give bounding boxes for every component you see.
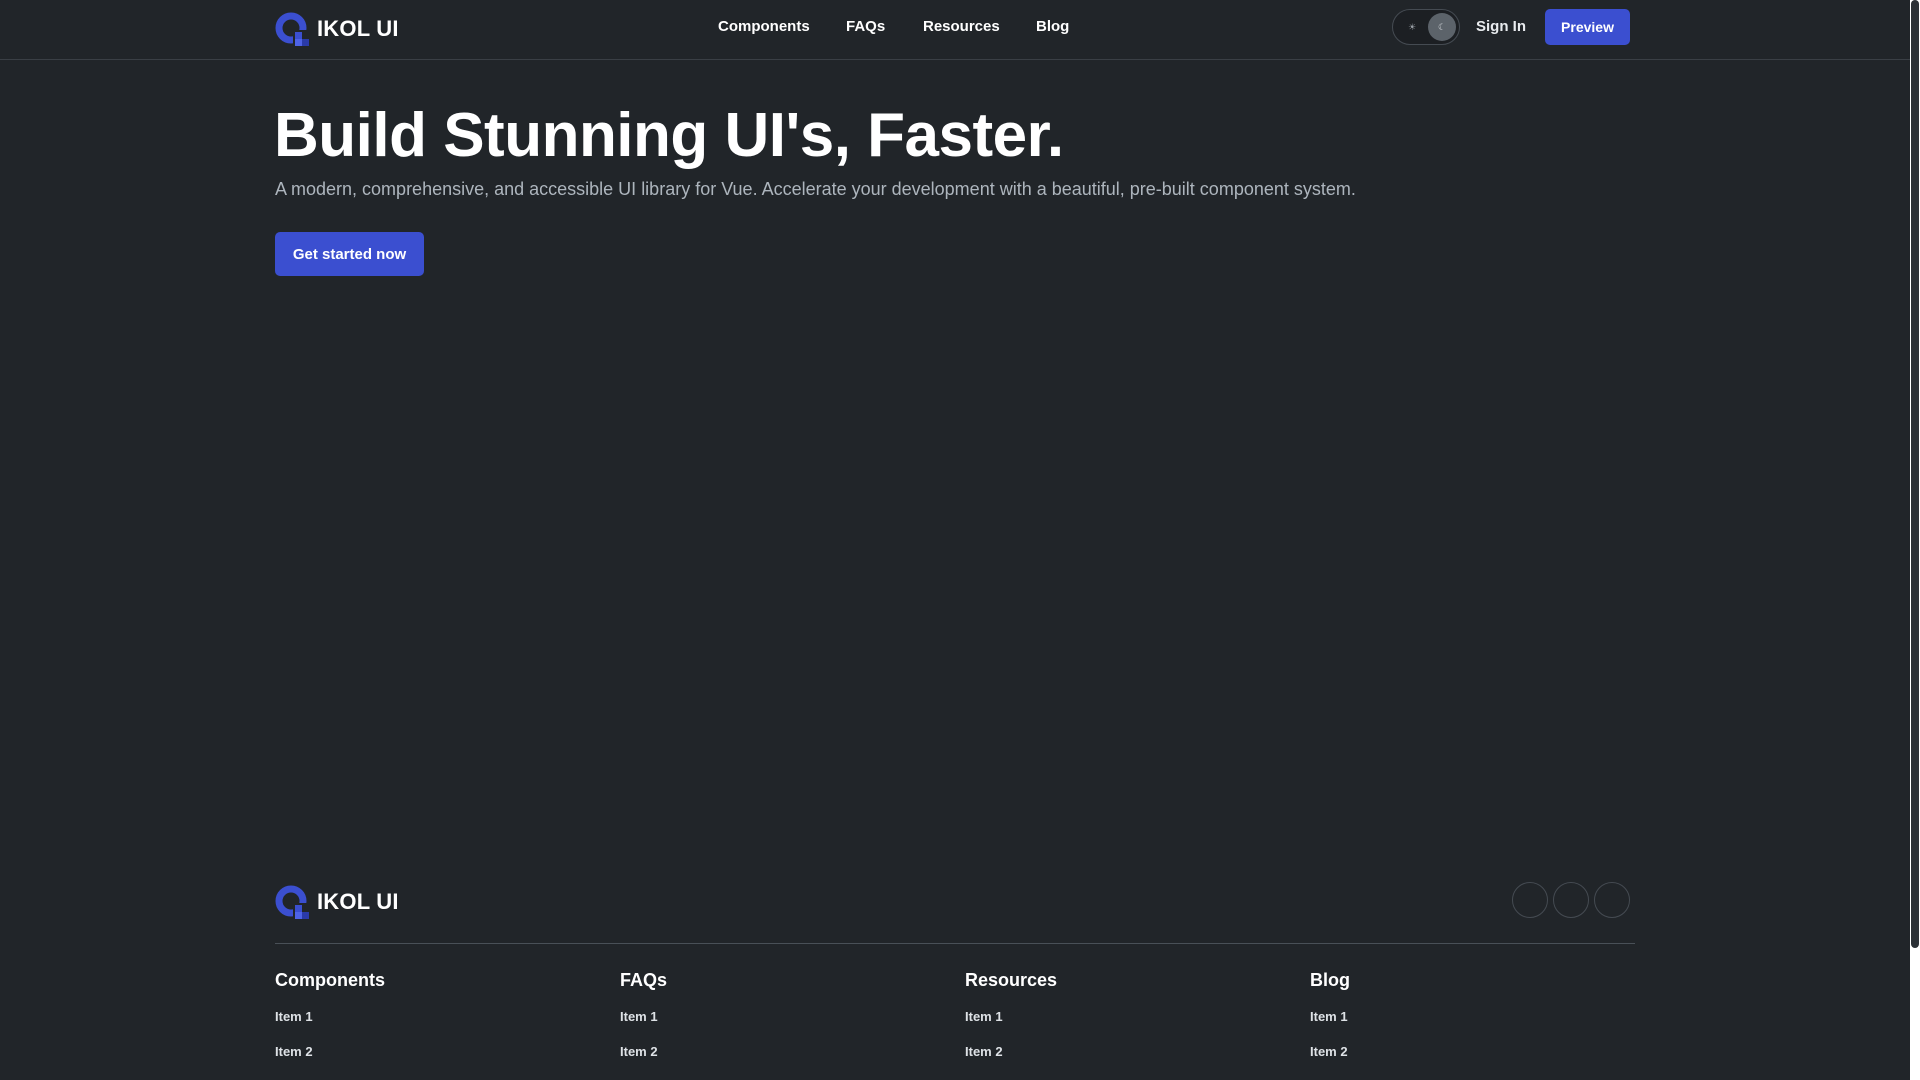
footer-link[interactable]: Item 2	[620, 1044, 920, 1059]
hero-title: Build Stunning UI's, Faster.	[274, 101, 1064, 170]
footer-column-faqs: FAQs Item 1 Item 2	[620, 970, 920, 1079]
footer-divider	[275, 943, 1635, 944]
footer-brand-name: IKOL UI	[317, 889, 399, 914]
footer-column-title: FAQs	[620, 970, 668, 990]
get-started-button[interactable]: Get started now	[275, 232, 424, 276]
footer-brand[interactable]: IKOL UI	[275, 885, 399, 919]
preview-button[interactable]: Preview	[1545, 9, 1630, 45]
sign-in-link[interactable]: Sign In	[1476, 18, 1526, 35]
nav-link-faqs[interactable]: FAQs	[846, 18, 885, 35]
sun-icon: ☀	[1407, 22, 1417, 32]
footer-link[interactable]: Item 1	[965, 1009, 1265, 1024]
footer-link[interactable]: Item 2	[275, 1044, 575, 1059]
footer-column-title: Resources	[965, 970, 1058, 990]
footer-column-title: Blog	[1310, 970, 1350, 990]
footer-column-resources: Resources Item 1 Item 2	[965, 970, 1265, 1079]
footer-link[interactable]: Item 1	[1310, 1009, 1610, 1024]
footer-link[interactable]: Item 1	[620, 1009, 920, 1024]
footer-column-components: Components Item 1 Item 2	[275, 970, 575, 1079]
main-nav: Components FAQs Resources Blog	[0, 18, 1920, 38]
moon-icon: ☾	[1428, 13, 1456, 41]
footer-link[interactable]: Item 2	[965, 1044, 1265, 1059]
footer-link[interactable]: Item 1	[275, 1009, 575, 1024]
logo-icon	[275, 885, 309, 919]
top-navbar: IKOL UI Components FAQs Resources Blog ☀…	[0, 0, 1910, 60]
scrollbar-thumb[interactable]	[1911, 0, 1919, 948]
social-icon-1[interactable]	[1512, 882, 1548, 918]
nav-link-blog[interactable]: Blog	[1036, 18, 1069, 35]
nav-link-resources[interactable]: Resources	[923, 18, 1000, 35]
page: IKOL UI Components FAQs Resources Blog ☀…	[0, 0, 1920, 1080]
theme-toggle[interactable]: ☀ ☾	[1392, 9, 1460, 45]
footer-column-title: Components	[275, 970, 385, 990]
social-icon-3[interactable]	[1594, 882, 1630, 918]
hero-subtitle: A modern, comprehensive, and accessible …	[275, 179, 1356, 199]
footer-column-blog: Blog Item 1 Item 2	[1310, 970, 1610, 1079]
social-icon-2[interactable]	[1553, 882, 1589, 918]
footer-link[interactable]: Item 2	[1310, 1044, 1610, 1059]
nav-link-components[interactable]: Components	[718, 18, 810, 35]
